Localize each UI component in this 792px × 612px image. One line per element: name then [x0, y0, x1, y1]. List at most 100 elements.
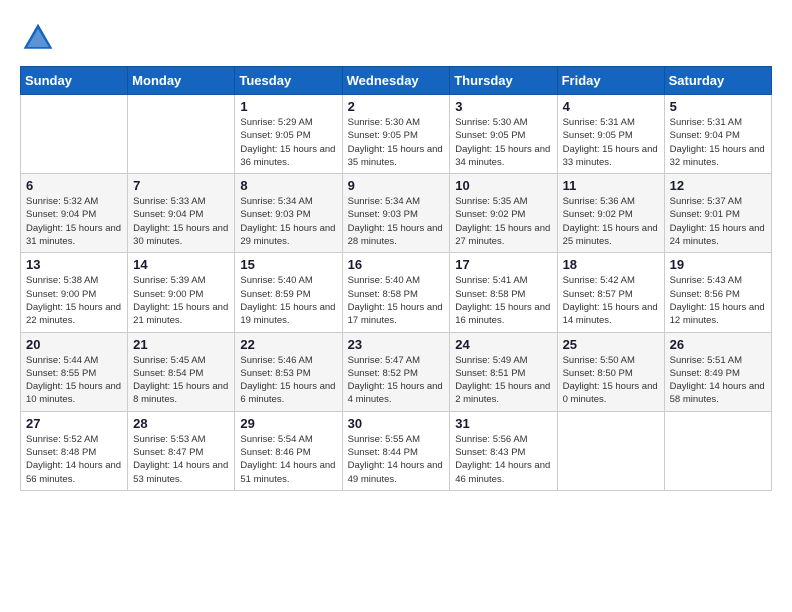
- calendar-cell: 5 Sunrise: 5:31 AM Sunset: 9:04 PM Daylig…: [664, 95, 771, 174]
- day-info: Sunrise: 5:43 AM Sunset: 8:56 PM Dayligh…: [670, 274, 766, 327]
- day-info: Sunrise: 5:40 AM Sunset: 8:58 PM Dayligh…: [348, 274, 445, 327]
- calendar-header-friday: Friday: [557, 67, 664, 95]
- calendar-cell: 26 Sunrise: 5:51 AM Sunset: 8:49 PM Dayli…: [664, 332, 771, 411]
- calendar-header-wednesday: Wednesday: [342, 67, 450, 95]
- day-info: Sunrise: 5:31 AM Sunset: 9:05 PM Dayligh…: [563, 116, 659, 169]
- day-number: 18: [563, 257, 659, 272]
- calendar-cell: 16 Sunrise: 5:40 AM Sunset: 8:58 PM Dayli…: [342, 253, 450, 332]
- logo-icon: [20, 20, 56, 56]
- calendar-cell: [128, 95, 235, 174]
- calendar-header-sunday: Sunday: [21, 67, 128, 95]
- calendar-cell: 29Sunrise: 5:54 AM Sunset: 8:46 PM Dayli…: [235, 411, 342, 490]
- page: SundayMondayTuesdayWednesdayThursdayFrid…: [0, 0, 792, 511]
- day-info: Sunrise: 5:33 AM Sunset: 9:04 PM Dayligh…: [133, 195, 229, 248]
- day-info: Sunrise: 5:29 AM Sunset: 9:05 PM Dayligh…: [240, 116, 336, 169]
- day-info: Sunrise: 5:50 AM Sunset: 8:50 PM Dayligh…: [563, 354, 659, 407]
- day-info: Sunrise: 5:51 AM Sunset: 8:49 PM Dayligh…: [670, 354, 766, 407]
- calendar-header-row: SundayMondayTuesdayWednesdayThursdayFrid…: [21, 67, 772, 95]
- calendar-cell: 30 Sunrise: 5:55 AM Sunset: 8:44 PM Dayli…: [342, 411, 450, 490]
- day-number: 29: [240, 416, 336, 431]
- day-number: 8: [240, 178, 336, 193]
- day-number: 21: [133, 337, 229, 352]
- day-number: 31: [455, 416, 551, 431]
- day-number: 9: [348, 178, 445, 193]
- day-info: Sunrise: 5:53 AM Sunset: 8:47 PM Dayligh…: [133, 433, 229, 486]
- calendar-cell: 9Sunrise: 5:34 AM Sunset: 9:03 PM Daylig…: [342, 174, 450, 253]
- day-number: 26: [670, 337, 766, 352]
- day-info: Sunrise: 5:30 AM Sunset: 9:05 PM Dayligh…: [455, 116, 551, 169]
- calendar-header-thursday: Thursday: [450, 67, 557, 95]
- day-info: Sunrise: 5:42 AM Sunset: 8:57 PM Dayligh…: [563, 274, 659, 327]
- day-info: Sunrise: 5:31 AM Sunset: 9:04 PM Dayligh…: [670, 116, 766, 169]
- day-number: 30: [348, 416, 445, 431]
- day-info: Sunrise: 5:45 AM Sunset: 8:54 PM Dayligh…: [133, 354, 229, 407]
- day-number: 1: [240, 99, 336, 114]
- day-info: Sunrise: 5:34 AM Sunset: 9:03 PM Dayligh…: [240, 195, 336, 248]
- day-number: 5: [670, 99, 766, 114]
- day-number: 3: [455, 99, 551, 114]
- calendar-cell: [21, 95, 128, 174]
- day-info: Sunrise: 5:41 AM Sunset: 8:58 PM Dayligh…: [455, 274, 551, 327]
- calendar-cell: 11 Sunrise: 5:36 AM Sunset: 9:02 PM Dayli…: [557, 174, 664, 253]
- calendar-cell: 27 Sunrise: 5:52 AM Sunset: 8:48 PM Dayli…: [21, 411, 128, 490]
- day-number: 16: [348, 257, 445, 272]
- calendar-cell: [557, 411, 664, 490]
- calendar-cell: 23 Sunrise: 5:47 AM Sunset: 8:52 PM Dayli…: [342, 332, 450, 411]
- day-number: 11: [563, 178, 659, 193]
- calendar-cell: 31 Sunrise: 5:56 AM Sunset: 8:43 PM Dayli…: [450, 411, 557, 490]
- day-number: 6: [26, 178, 122, 193]
- calendar-cell: 22 Sunrise: 5:46 AM Sunset: 8:53 PM Dayli…: [235, 332, 342, 411]
- calendar-cell: 12Sunrise: 5:37 AM Sunset: 9:01 PM Dayli…: [664, 174, 771, 253]
- calendar-week-row: 13 Sunrise: 5:38 AM Sunset: 9:00 PM Dayli…: [21, 253, 772, 332]
- calendar-cell: 1 Sunrise: 5:29 AM Sunset: 9:05 PM Daylig…: [235, 95, 342, 174]
- calendar-week-row: 20Sunrise: 5:44 AM Sunset: 8:55 PM Dayli…: [21, 332, 772, 411]
- day-number: 13: [26, 257, 122, 272]
- calendar-cell: 10 Sunrise: 5:35 AM Sunset: 9:02 PM Dayli…: [450, 174, 557, 253]
- day-number: 25: [563, 337, 659, 352]
- day-number: 7: [133, 178, 229, 193]
- day-number: 24: [455, 337, 551, 352]
- day-info: Sunrise: 5:38 AM Sunset: 9:00 PM Dayligh…: [26, 274, 122, 327]
- calendar-cell: 17 Sunrise: 5:41 AM Sunset: 8:58 PM Dayli…: [450, 253, 557, 332]
- day-info: Sunrise: 5:47 AM Sunset: 8:52 PM Dayligh…: [348, 354, 445, 407]
- day-info: Sunrise: 5:39 AM Sunset: 9:00 PM Dayligh…: [133, 274, 229, 327]
- calendar-header-saturday: Saturday: [664, 67, 771, 95]
- calendar-week-row: 27 Sunrise: 5:52 AM Sunset: 8:48 PM Dayli…: [21, 411, 772, 490]
- day-info: Sunrise: 5:32 AM Sunset: 9:04 PM Dayligh…: [26, 195, 122, 248]
- calendar-table: SundayMondayTuesdayWednesdayThursdayFrid…: [20, 66, 772, 491]
- calendar-cell: 15Sunrise: 5:40 AM Sunset: 8:59 PM Dayli…: [235, 253, 342, 332]
- day-info: Sunrise: 5:37 AM Sunset: 9:01 PM Dayligh…: [670, 195, 766, 248]
- calendar-cell: 25 Sunrise: 5:50 AM Sunset: 8:50 PM Dayli…: [557, 332, 664, 411]
- logo: [20, 20, 62, 56]
- day-number: 22: [240, 337, 336, 352]
- calendar-cell: [664, 411, 771, 490]
- calendar-week-row: 1 Sunrise: 5:29 AM Sunset: 9:05 PM Daylig…: [21, 95, 772, 174]
- day-info: Sunrise: 5:56 AM Sunset: 8:43 PM Dayligh…: [455, 433, 551, 486]
- day-number: 19: [670, 257, 766, 272]
- day-number: 10: [455, 178, 551, 193]
- day-number: 27: [26, 416, 122, 431]
- calendar-header-monday: Monday: [128, 67, 235, 95]
- calendar-cell: 13 Sunrise: 5:38 AM Sunset: 9:00 PM Dayli…: [21, 253, 128, 332]
- day-info: Sunrise: 5:30 AM Sunset: 9:05 PM Dayligh…: [348, 116, 445, 169]
- day-info: Sunrise: 5:36 AM Sunset: 9:02 PM Dayligh…: [563, 195, 659, 248]
- calendar-cell: 8 Sunrise: 5:34 AM Sunset: 9:03 PM Daylig…: [235, 174, 342, 253]
- day-info: Sunrise: 5:49 AM Sunset: 8:51 PM Dayligh…: [455, 354, 551, 407]
- calendar-cell: 24 Sunrise: 5:49 AM Sunset: 8:51 PM Dayli…: [450, 332, 557, 411]
- calendar-cell: 21 Sunrise: 5:45 AM Sunset: 8:54 PM Dayli…: [128, 332, 235, 411]
- day-number: 23: [348, 337, 445, 352]
- day-info: Sunrise: 5:40 AM Sunset: 8:59 PM Dayligh…: [240, 274, 336, 327]
- calendar-cell: 19 Sunrise: 5:43 AM Sunset: 8:56 PM Dayli…: [664, 253, 771, 332]
- calendar-cell: 14Sunrise: 5:39 AM Sunset: 9:00 PM Dayli…: [128, 253, 235, 332]
- day-number: 17: [455, 257, 551, 272]
- day-info: Sunrise: 5:55 AM Sunset: 8:44 PM Dayligh…: [348, 433, 445, 486]
- day-number: 2: [348, 99, 445, 114]
- calendar-cell: 2 Sunrise: 5:30 AM Sunset: 9:05 PM Daylig…: [342, 95, 450, 174]
- day-info: Sunrise: 5:46 AM Sunset: 8:53 PM Dayligh…: [240, 354, 336, 407]
- day-info: Sunrise: 5:52 AM Sunset: 8:48 PM Dayligh…: [26, 433, 122, 486]
- calendar-cell: 6 Sunrise: 5:32 AM Sunset: 9:04 PM Daylig…: [21, 174, 128, 253]
- calendar-cell: 3 Sunrise: 5:30 AM Sunset: 9:05 PM Daylig…: [450, 95, 557, 174]
- calendar-header-tuesday: Tuesday: [235, 67, 342, 95]
- day-number: 20: [26, 337, 122, 352]
- day-info: Sunrise: 5:35 AM Sunset: 9:02 PM Dayligh…: [455, 195, 551, 248]
